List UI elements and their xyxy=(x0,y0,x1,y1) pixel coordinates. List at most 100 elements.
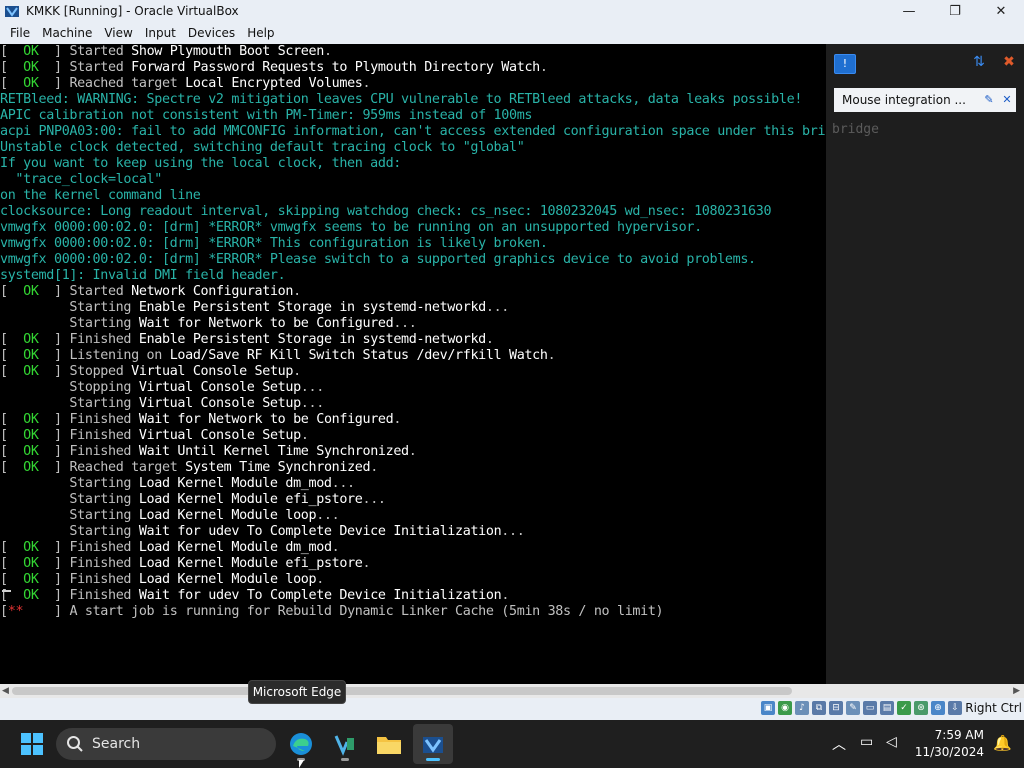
console-text: ] Stopped xyxy=(54,364,132,379)
console-text: vmwgfx 0000:00:02.0: [drm] *ERROR* This … xyxy=(0,236,548,251)
console-unit-name: Load Kernel Module efi_pstore xyxy=(138,556,363,571)
mouse-pointer xyxy=(299,760,304,768)
notification-mouse-integration[interactable]: Mouse integration ... ✎ ✕ xyxy=(834,88,1016,112)
status-badge: OK xyxy=(23,60,39,75)
status-badge: OK xyxy=(23,332,39,347)
console-unit-name: Forward Password Requests to Plymouth Di… xyxy=(131,60,540,75)
console-line: on the kernel command line xyxy=(0,188,826,204)
scroll-thumb[interactable] xyxy=(12,687,792,695)
menu-machine[interactable]: Machine xyxy=(36,22,98,44)
notification-bell-icon[interactable]: 🔔 xyxy=(993,734,1012,752)
menu-devices[interactable]: Devices xyxy=(182,22,241,44)
taskbar-vscode[interactable] xyxy=(325,724,365,764)
status-badge: OK xyxy=(23,364,39,379)
menu-view[interactable]: View xyxy=(98,22,138,44)
audio-icon[interactable]: ♪ xyxy=(795,701,809,715)
console-text: ] Listening on xyxy=(54,348,170,363)
console-unit-name: Virtual Console Setup xyxy=(138,396,301,411)
taskbar-file-explorer[interactable] xyxy=(369,724,409,764)
console-line: Stopping Virtual Console Setup... xyxy=(0,380,826,396)
console-text: ... xyxy=(393,316,417,331)
console-unit-name: Load Kernel Module dm_mod xyxy=(138,476,332,491)
display-icon[interactable]: ▭ xyxy=(863,701,877,715)
console-text: . xyxy=(547,348,556,363)
console-text: ... xyxy=(485,300,510,315)
console-unit-name: Virtual Console Setup xyxy=(138,380,301,395)
status-badge: OK xyxy=(23,556,39,571)
video-capture-icon[interactable]: ▤ xyxy=(880,701,894,715)
status-badge: OK xyxy=(23,540,39,555)
virtualbox-icon xyxy=(423,737,443,753)
clear-all-icon[interactable]: ✖ xyxy=(1000,54,1018,72)
console-line: "trace_clock=local" xyxy=(0,172,826,188)
console-line: [** ] A start job is running for Rebuild… xyxy=(0,604,664,619)
status-badge: OK xyxy=(23,460,39,475)
chevron-up-icon[interactable]: ︿ xyxy=(832,734,846,754)
console-text: . xyxy=(300,428,309,443)
shared-folders-icon[interactable]: ✎ xyxy=(846,701,860,715)
hard-disk-icon[interactable]: ▣ xyxy=(761,701,775,715)
minimize-button[interactable]: — xyxy=(886,0,932,22)
close-icon[interactable]: ✕ xyxy=(998,91,1016,109)
cpu-icon[interactable]: ⊛ xyxy=(914,701,928,715)
console-text: . xyxy=(331,540,340,555)
host-key-label: Right Ctrl xyxy=(965,701,1022,715)
console-line: [ OK ] Finished Load Kernel Module loop. xyxy=(0,572,324,587)
notification-center-icon[interactable]: ! xyxy=(834,54,856,74)
menu-help[interactable]: Help xyxy=(241,22,280,44)
taskbar-clock[interactable]: 7:59 AM 11/30/2024 xyxy=(915,727,984,761)
console-text: ] Reached target xyxy=(54,76,186,91)
app-icon xyxy=(334,735,354,756)
console-text: Starting xyxy=(0,300,139,315)
taskbar-search[interactable]: Search xyxy=(56,728,276,760)
close-button[interactable]: ✕ xyxy=(978,0,1024,22)
console-text: ... xyxy=(300,380,324,395)
sort-icon[interactable]: ⇅ xyxy=(970,54,988,72)
pin-icon[interactable]: ✎ xyxy=(980,91,998,109)
console-text: . xyxy=(293,364,301,379)
console-line: systemd[1]: Invalid DMI field header. xyxy=(0,268,826,284)
usb-icon[interactable]: ⊟ xyxy=(829,701,843,715)
host-key-icon[interactable]: ⇩ xyxy=(948,701,962,715)
console-text: APIC calibration not consistent with PM-… xyxy=(0,108,533,123)
taskbar-virtualbox[interactable] xyxy=(413,724,453,764)
console-text: ] Finished xyxy=(54,428,139,443)
console-line: Starting Wait for Network to be Configur… xyxy=(0,316,826,332)
restore-button[interactable]: ❐ xyxy=(932,0,978,22)
console-text: . xyxy=(316,572,324,587)
scroll-left-icon[interactable]: ◀ xyxy=(2,684,9,698)
console-unit-name: Wait for udev To Complete Device Initial… xyxy=(138,524,502,539)
console-unit-name: System Time Synchronized xyxy=(185,460,371,475)
network-icon[interactable]: ▭ xyxy=(860,734,873,750)
console-unit-name: Wait for Network to be Configured xyxy=(138,412,394,427)
vm-console[interactable]: [ OK ] Started Show Plymouth Boot Screen… xyxy=(0,44,826,684)
scroll-right-icon[interactable]: ▶ xyxy=(1013,684,1020,698)
status-badge: OK xyxy=(23,44,39,59)
menu-input[interactable]: Input xyxy=(139,22,182,44)
console-unit-name: Load Kernel Module efi_pstore xyxy=(138,492,363,507)
console-text: . xyxy=(393,412,402,427)
volume-icon[interactable]: ◁ xyxy=(886,734,897,750)
mouse-integration-icon[interactable]: ⊕ xyxy=(931,701,945,715)
clock-date: 11/30/2024 xyxy=(914,745,984,759)
console-line: If you want to keep using the local cloc… xyxy=(0,156,826,172)
console-line: [ OK ] Finished Wait for Network to be C… xyxy=(0,412,402,427)
optical-drive-icon[interactable]: ◉ xyxy=(778,701,792,715)
console-line: APIC calibration not consistent with PM-… xyxy=(0,108,826,124)
menu-file[interactable]: File xyxy=(4,22,36,44)
console-line: [ OK ] Stopped Virtual Console Setup. xyxy=(0,364,301,379)
horizontal-scrollbar[interactable]: ◀ ▶ xyxy=(0,684,1024,698)
console-line: [ OK ] Finished Wait Until Kernel Time S… xyxy=(0,444,417,459)
taskbar-edge[interactable] xyxy=(281,724,321,764)
console-line: [ OK ] Reached target Local Encrypted Vo… xyxy=(0,76,371,91)
recording-icon[interactable]: ✓ xyxy=(897,701,911,715)
console-line: vmwgfx 0000:00:02.0: [drm] *ERROR* Pleas… xyxy=(0,252,826,268)
console-line: acpi PNP0A03:00: fail to add MMCONFIG in… xyxy=(0,124,826,140)
console-line: Starting Wait for udev To Complete Devic… xyxy=(0,524,826,540)
console-text: ] Finished xyxy=(54,444,139,459)
console-text: ... xyxy=(300,396,324,411)
status-badge: OK xyxy=(23,588,39,603)
start-button[interactable] xyxy=(12,724,52,764)
network-icon[interactable]: ⧉ xyxy=(812,701,826,715)
search-placeholder: Search xyxy=(92,736,141,752)
